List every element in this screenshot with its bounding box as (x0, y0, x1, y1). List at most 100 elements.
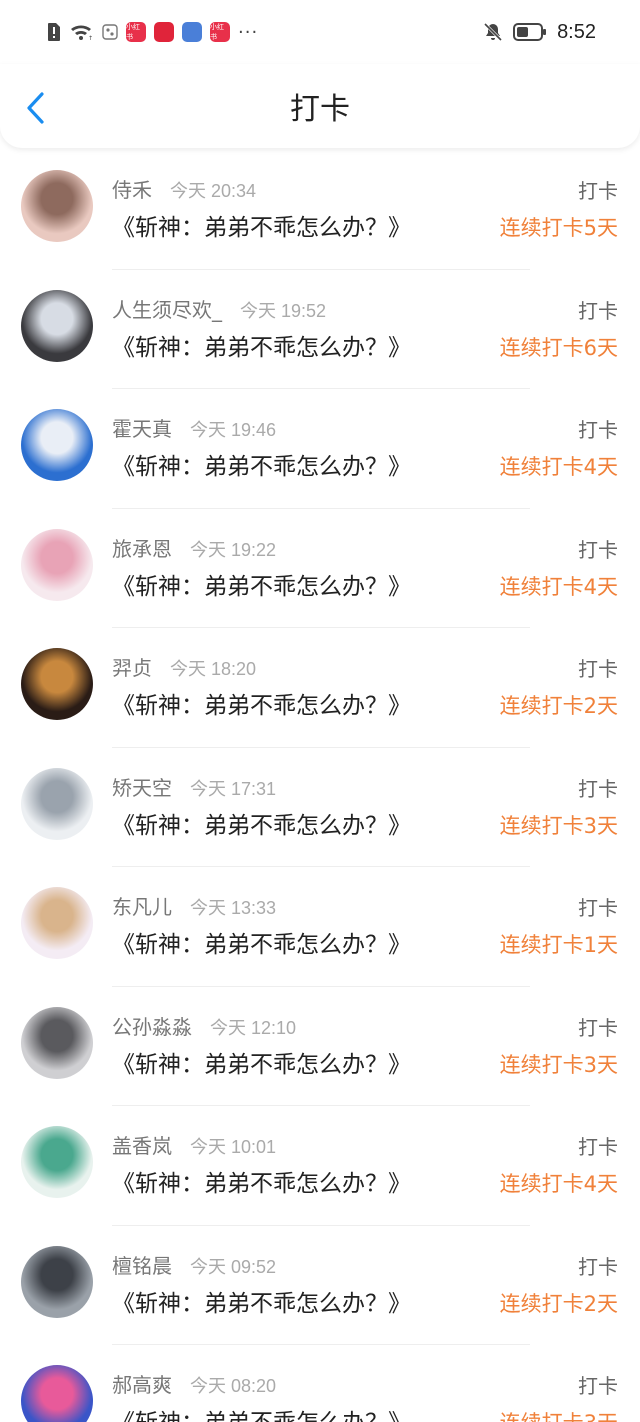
user-name[interactable]: 公孙淼淼 (112, 1011, 192, 1040)
checkin-time: 今天 08:20 (190, 1376, 277, 1396)
checkin-label: 打卡 (578, 298, 618, 323)
user-info: 檀铭晨 今天 09:52 (112, 1250, 276, 1279)
avatar[interactable] (21, 409, 93, 481)
checkin-time: 今天 17:31 (190, 778, 277, 799)
list-item[interactable]: 人生须尽欢_ 今天 19:52 《斩神：弟弟不乖怎么办？》 打卡连续打卡6天 (0, 270, 640, 390)
sim-alert-icon (46, 22, 62, 42)
streak-badge: 连续打卡4天 (499, 574, 618, 599)
avatar[interactable] (21, 1365, 93, 1422)
wifi-icon: ↑↓ (70, 23, 94, 41)
user-info: 侍禾 今天 20:34 (112, 174, 256, 203)
avatar[interactable] (21, 1126, 93, 1198)
battery-icon (513, 22, 547, 42)
user-info: 羿贞 今天 18:20 (112, 652, 256, 681)
avatar[interactable] (21, 767, 93, 840)
user-name[interactable]: 人生须尽欢_ (112, 294, 222, 323)
bell-off-icon (483, 22, 503, 42)
book-title[interactable]: 《斩神：弟弟不乖怎么办？》 (112, 208, 411, 242)
more-notifications-icon: ··· (238, 21, 259, 43)
book-title[interactable]: 《斩神：弟弟不乖怎么办？》 (112, 1045, 411, 1079)
user-info: 人生须尽欢_ 今天 19:52 (112, 294, 326, 323)
avatar[interactable] (21, 887, 93, 959)
checkin-label: 打卡 (578, 657, 618, 681)
checkin-label: 打卡 (578, 1254, 618, 1279)
book-title[interactable]: 《斩神：弟弟不乖怎么办？》 (112, 567, 411, 601)
list-item[interactable]: 檀铭晨 今天 09:52 《斩神：弟弟不乖怎么办？》 打卡连续打卡2天 (0, 1226, 640, 1346)
book-title[interactable]: 《斩神：弟弟不乖怎么办？》 (112, 925, 411, 959)
list-item[interactable]: 侍禾 今天 20:34 《斩神：弟弟不乖怎么办？》 打卡 连续打卡5天 (0, 150, 640, 270)
list-item[interactable]: 公孙淼淼 今天 12:10 《斩神：弟弟不乖怎么办？》 打卡 连续打卡3天 (0, 987, 640, 1107)
streak-badge: 连续打卡1天 (499, 933, 618, 957)
blue-app-icon (182, 22, 202, 42)
back-button[interactable] (20, 90, 52, 126)
clock-time: 8:52 (557, 20, 596, 43)
streak-badge: 连续打卡3天 (499, 813, 618, 838)
chevron-left-icon (27, 92, 44, 124)
checkin-label: 打卡 (578, 776, 618, 801)
streak-badge: 连续打卡5天 (499, 216, 618, 240)
checkin-time: 今天 19:22 (190, 539, 277, 560)
streak-badge: 连续打卡2天 (499, 1291, 618, 1316)
user-info: 郝高爽 今天 08:20 (112, 1369, 276, 1398)
streak-badge: 连续打卡4天 (499, 455, 618, 479)
list-item[interactable]: 羿贞 今天 18:20 《斩神：弟弟不乖怎么办？》 打卡连续打卡2天 (0, 628, 640, 748)
user-name[interactable]: 霍天真 (112, 413, 172, 442)
user-info: 盖香岚 今天 10:01 (112, 1130, 276, 1159)
book-title[interactable]: 《斩神：弟弟不乖怎么办？》 (112, 447, 411, 481)
user-info: 东凡儿 今天 13:33 (112, 891, 276, 920)
user-name[interactable]: 旅承恩 (112, 533, 172, 562)
gallery-app-icon (102, 24, 118, 40)
user-name[interactable]: 东凡儿 (112, 891, 172, 920)
user-name[interactable]: 矫天空 (112, 772, 172, 801)
avatar[interactable] (21, 170, 93, 242)
checkin-label: 打卡 (578, 896, 618, 920)
status-bar: ↑↓ 小红书 小红书 ··· 8:52 (0, 0, 640, 64)
streak-badge: 连续打卡4天 (499, 1172, 618, 1196)
red-heart-app-icon (154, 22, 174, 42)
checkin-label: 打卡 (578, 1015, 618, 1040)
list-item[interactable]: 东凡儿 今天 13:33 《斩神：弟弟不乖怎么办？》 打卡连续打卡1天 (0, 867, 640, 987)
checkin-time: 今天 19:52 (240, 300, 327, 321)
user-name[interactable]: 侍禾 (112, 174, 152, 203)
book-title[interactable]: 《斩神：弟弟不乖怎么办？》 (112, 806, 411, 840)
navigation-bar: 打卡 (0, 64, 640, 148)
avatar[interactable] (21, 1006, 93, 1079)
avatar[interactable] (21, 528, 93, 601)
checkin-list[interactable]: 侍禾 今天 20:34 《斩神：弟弟不乖怎么办？》 打卡 连续打卡5天 人生须尽欢_ 今天 … (0, 150, 640, 1422)
user-info: 矫天空 今天 17:31 (112, 772, 276, 801)
user-info: 公孙淼淼 今天 12:10 (112, 1011, 296, 1040)
avatar[interactable] (21, 648, 93, 720)
avatar[interactable] (21, 1245, 93, 1318)
checkin-label: 打卡 (578, 1135, 618, 1159)
list-item[interactable]: 盖香岚 今天 10:01 《斩神：弟弟不乖怎么办？》 打卡连续打卡4天 (0, 1106, 640, 1226)
status-bar-left: ↑↓ 小红书 小红书 ··· (46, 22, 258, 43)
user-name[interactable]: 郝高爽 (112, 1369, 172, 1398)
app-icons: 小红书 小红书 (126, 22, 230, 42)
list-item[interactable]: 矫天空 今天 17:31 《斩神：弟弟不乖怎么办？》 打卡连续打卡3天 (0, 748, 640, 868)
checkin-label: 打卡 (578, 418, 618, 442)
book-title[interactable]: 《斩神：弟弟不乖怎么办？》 (112, 686, 411, 720)
svg-text:↑↓: ↑↓ (88, 35, 94, 41)
list-item[interactable]: 郝高爽今天 08:20 《斩神：弟弟不乖怎么办？》 打卡连续打卡3天 (0, 1345, 640, 1422)
book-title[interactable]: 《斩神：弟弟不乖怎么办？》 (112, 328, 411, 362)
streak-badge: 连续打卡2天 (499, 694, 618, 718)
book-title[interactable]: 《斩神：弟弟不乖怎么办？》 (112, 1284, 411, 1318)
streak-badge: 连续打卡6天 (499, 335, 618, 360)
user-name[interactable]: 盖香岚 (112, 1130, 172, 1159)
list-item[interactable]: 霍天真 今天 19:46 《斩神：弟弟不乖怎么办？》 打卡连续打卡4天 (0, 389, 640, 509)
checkin-time: 今天 09:52 (190, 1256, 277, 1277)
checkin-time: 今天 12:10 (210, 1017, 297, 1038)
book-title[interactable]: 《斩神：弟弟不乖怎么办？》 (112, 1164, 411, 1198)
list-item[interactable]: 旅承恩 今天 19:22 《斩神：弟弟不乖怎么办？》 打卡连续打卡4天 (0, 509, 640, 629)
user-name[interactable]: 羿贞 (112, 652, 152, 681)
checkin-time: 今天 18:20 (170, 659, 257, 679)
checkin-time: 今天 10:01 (190, 1137, 277, 1157)
book-title[interactable]: 《斩神：弟弟不乖怎么办？》 (112, 1403, 411, 1422)
user-name[interactable]: 檀铭晨 (112, 1250, 172, 1279)
checkin-label: 打卡 (578, 537, 618, 562)
checkin-time: 今天 13:33 (190, 898, 277, 918)
checkin-time: 今天 19:46 (190, 420, 277, 440)
xiaohongshu-icon-2: 小红书 (210, 22, 230, 42)
avatar[interactable] (21, 289, 93, 362)
checkin-label: 打卡 (578, 1374, 618, 1398)
